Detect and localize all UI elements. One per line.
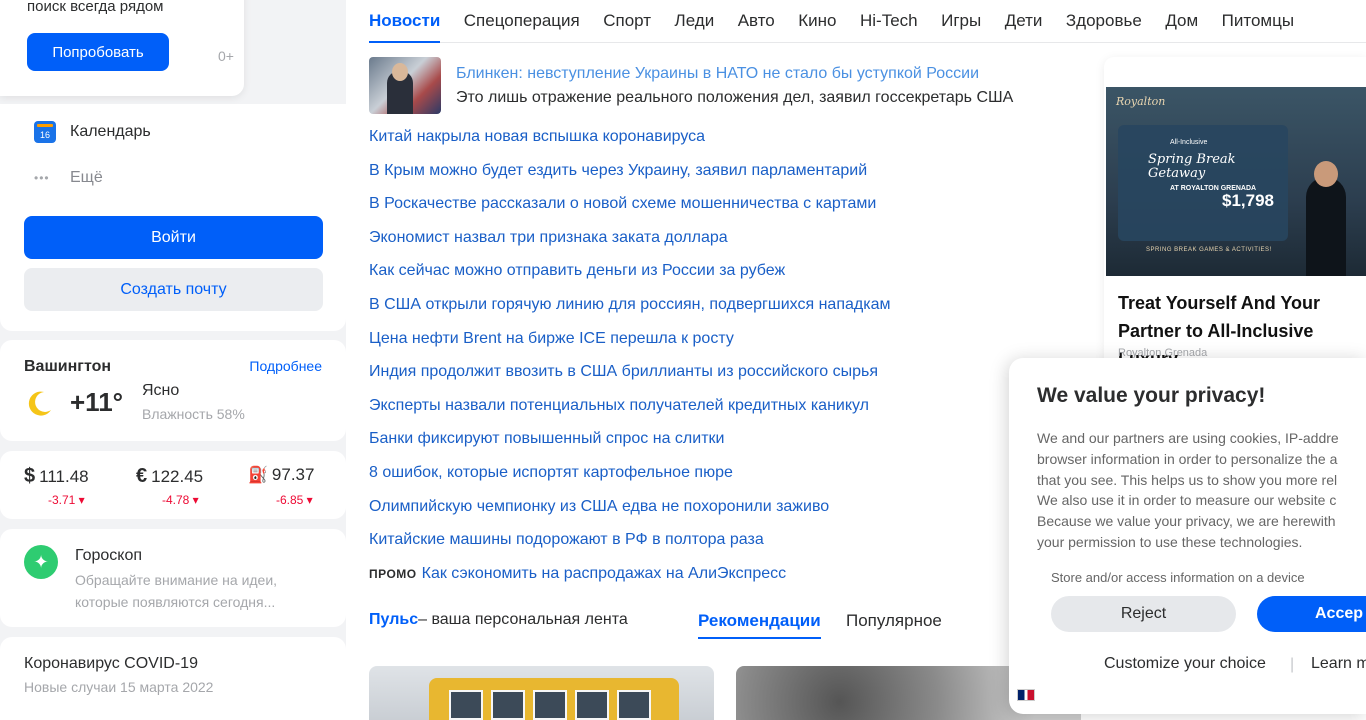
rate-oil[interactable]: ⛽ 97.37 -6.85 ▾ (248, 465, 315, 507)
pulse-header: Пульс – ваша персональная лента (369, 611, 628, 629)
menu-item-more-label: Ещё (70, 169, 103, 186)
currency-rates-widget[interactable]: $111.48 -3.71 ▾ €122.45 -4.78 ▾ ⛽ 97.37 -… (0, 451, 346, 519)
tab-hitech[interactable]: Hi-Tech (860, 0, 918, 43)
ad-brand-logo: Royalton (1116, 95, 1166, 108)
ad-price: $1,798 (1222, 191, 1274, 210)
age-rating: 0+ (218, 48, 234, 64)
login-button[interactable]: Войти (24, 216, 323, 259)
privacy-consent-dialog: We value your privacy! We and our partne… (1009, 358, 1366, 714)
login-card: 16 Календарь ••• Ещё Войти Создать почту (0, 104, 346, 331)
try-button[interactable]: Попробовать (27, 33, 169, 71)
rate-value: 111.48 (39, 467, 89, 486)
pulse-link[interactable]: Пульс (369, 611, 418, 629)
privacy-text: We and our partners are using cookies, I… (1037, 430, 1339, 550)
pulse-description: – ваша персональная лента (418, 611, 628, 628)
weather-more-link[interactable]: Подробнее (249, 358, 322, 374)
more-dots-icon: ••• (34, 171, 50, 185)
news-tabs: Новости Спецоперация Спорт Леди Авто Кин… (369, 0, 1366, 43)
rate-change: -3.71 ▾ (48, 493, 85, 507)
tab-games[interactable]: Игры (941, 0, 981, 43)
feed-card-image[interactable] (369, 666, 714, 720)
horoscope-title: Гороскоп (75, 547, 143, 564)
news-item[interactable]: Олимпийскую чемпионку из США едва не пох… (369, 495, 890, 529)
tab-special-operation[interactable]: Спецоперация (464, 0, 580, 43)
news-item[interactable]: Эксперты назвали потенциальных получател… (369, 394, 890, 428)
menu-item-more[interactable]: ••• Ещё (34, 169, 103, 187)
menu-item-calendar-label: Календарь (70, 123, 151, 140)
promo-text: поиск всегда рядом (27, 0, 164, 15)
news-item[interactable]: Китай накрыла новая вспышка коронавируса (369, 125, 890, 159)
learn-more-link[interactable]: Learn m (1311, 655, 1366, 673)
rate-usd[interactable]: $111.48 -3.71 ▾ (24, 465, 89, 507)
rate-eur[interactable]: €122.45 -4.78 ▾ (136, 465, 204, 507)
reject-button[interactable]: Reject (1051, 596, 1236, 632)
dollar-icon: $ (24, 465, 36, 487)
news-item[interactable]: 8 ошибок, которые испортят картофельное … (369, 461, 890, 495)
tab-kids[interactable]: Дети (1005, 0, 1043, 43)
privacy-title: We value your privacy! (1037, 384, 1266, 407)
rate-value: 97.37 (271, 465, 315, 484)
news-item[interactable]: В США открыли горячую линию для россиян,… (369, 293, 890, 327)
rate-value: 122.45 (151, 467, 204, 486)
news-list: Китай накрыла новая вспышка коронавируса… (369, 125, 890, 595)
search-promo-card: поиск всегда рядом Попробовать 0+ (0, 0, 244, 96)
news-item[interactable]: Китайские машины подорожают в РФ в полто… (369, 528, 890, 562)
menu-item-calendar[interactable]: 16 Календарь (34, 121, 151, 143)
tab-lady[interactable]: Леди (675, 0, 715, 43)
news-item[interactable]: Цена нефти Brent на бирже ICE перешла к … (369, 327, 890, 361)
horoscope-icon: ✦ (24, 545, 58, 579)
news-item[interactable]: В Роскачестве рассказали о новой схеме м… (369, 192, 890, 226)
tab-health[interactable]: Здоровье (1066, 0, 1142, 43)
news-item[interactable]: Банки фиксируют повышенный спрос на слит… (369, 427, 890, 461)
news-item[interactable]: Как сейчас можно отправить деньги из Рос… (369, 259, 890, 293)
tab-sport[interactable]: Спорт (603, 0, 651, 43)
news-item[interactable]: В Крым можно будет ездить через Украину,… (369, 159, 890, 193)
weather-widget[interactable]: Вашингтон Подробнее +11° Ясно Влажность … (0, 340, 346, 441)
privacy-purpose-line: Store and/or access information on a dev… (1051, 570, 1305, 584)
rate-change: -4.78 ▾ (162, 493, 199, 507)
tab-popular[interactable]: Популярное (846, 611, 942, 631)
covid-title: Коронавирус COVID-19 (24, 655, 198, 672)
accept-button[interactable]: Accep (1257, 596, 1366, 632)
create-mail-button[interactable]: Создать почту (24, 268, 323, 311)
promo-tag: ПРОМО (369, 566, 417, 581)
news-item[interactable]: Экономист назвал три признака заката дол… (369, 226, 890, 260)
horoscope-widget[interactable]: ✦ Гороскоп Обращайте внимание на идеи, к… (0, 529, 346, 627)
weather-humidity: Влажность 58% (142, 406, 245, 422)
lead-news-title[interactable]: Блинкен: невступление Украины в НАТО не … (456, 65, 979, 83)
news-item[interactable]: Индия продолжит ввозить в США бриллианты… (369, 360, 890, 394)
advertisement-card[interactable]: Royalton All-Inclusive Spring Break Geta… (1104, 57, 1366, 377)
tab-cinema[interactable]: Кино (798, 0, 836, 43)
language-flag-icon[interactable] (1017, 689, 1035, 701)
customize-choice-link[interactable]: Customize your choice (1104, 655, 1266, 673)
tab-news[interactable]: Новости (369, 0, 441, 43)
rate-change: -6.85 ▾ (276, 493, 313, 507)
weather-city: Вашингтон (24, 358, 112, 375)
moon-icon (28, 391, 51, 416)
ad-image[interactable]: Royalton All-Inclusive Spring Break Geta… (1106, 87, 1366, 276)
weather-condition: Ясно (142, 382, 180, 399)
link-separator: | (1290, 656, 1295, 673)
weather-temperature: +11° (70, 387, 124, 417)
covid-subtitle: Новые случаи 15 марта 2022 (24, 679, 214, 695)
promo-news-text: Как сэкономить на распродажах на АлиЭксп… (421, 564, 787, 582)
tab-auto[interactable]: Авто (738, 0, 775, 43)
promo-news-item[interactable]: ПРОМО Как сэкономить на распродажах на Ал… (369, 562, 890, 596)
horoscope-text: Обращайте внимание на идеи, которые появ… (75, 572, 278, 610)
lead-news-subtitle: Это лишь отражение реального положения д… (456, 89, 1014, 106)
oil-icon: ⛽ (248, 467, 268, 484)
tab-home[interactable]: Дом (1165, 0, 1198, 43)
calendar-icon: 16 (34, 121, 56, 143)
tab-pets[interactable]: Питомцы (1222, 0, 1294, 43)
covid-widget[interactable]: Коронавирус COVID-19 Новые случаи 15 мар… (0, 637, 346, 720)
euro-icon: € (136, 465, 148, 487)
lead-news-image[interactable] (369, 57, 441, 114)
tab-recommendations[interactable]: Рекомендации (698, 611, 821, 639)
